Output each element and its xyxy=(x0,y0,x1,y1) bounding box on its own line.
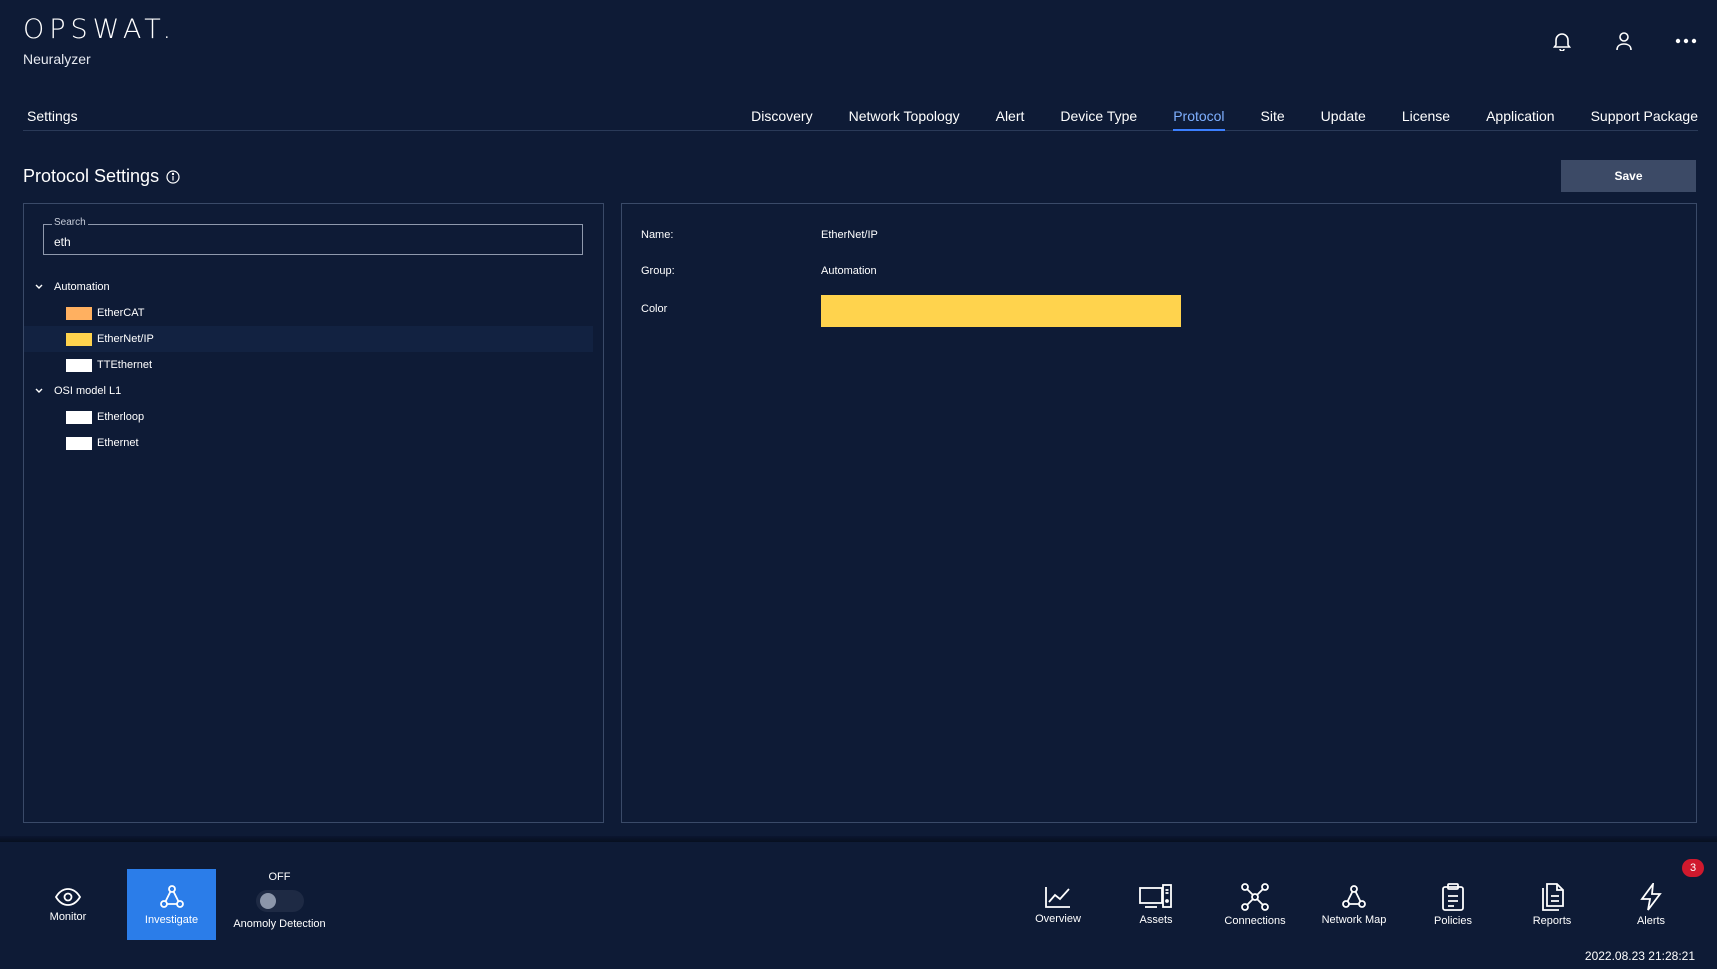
monitor-button[interactable]: Monitor xyxy=(23,869,113,941)
overview-label: Overview xyxy=(1035,913,1081,925)
tab-application[interactable]: Application xyxy=(1486,108,1555,131)
protocol-item-label: Ethernet xyxy=(97,437,139,449)
protocol-tree: Automation EtherCAT EtherNet/IP TTEthernet O… xyxy=(24,274,603,456)
tab-alert[interactable]: Alert xyxy=(996,108,1025,131)
protocol-item[interactable]: Ethernet xyxy=(24,430,593,456)
color-swatch xyxy=(66,306,92,320)
tree-group[interactable]: Automation xyxy=(24,274,603,300)
alerts-label: Alerts xyxy=(1636,915,1666,927)
alerts-badge: 3 xyxy=(1682,859,1704,877)
anomaly-detection: OFF Anomoly Detection xyxy=(227,871,332,930)
policies-label: Policies xyxy=(1434,915,1472,927)
tree-group[interactable]: OSI model L1 xyxy=(24,378,603,404)
protocol-list-panel: Search Automation EtherCAT EtherNet/IP TTEt… xyxy=(23,203,604,823)
connections-label: Connections xyxy=(1224,915,1286,927)
protocol-item-label: EtherNet/IP xyxy=(97,333,154,345)
color-swatch xyxy=(66,358,92,372)
network-map-button[interactable]: Network Map xyxy=(1309,869,1399,941)
protocol-item[interactable]: EtherNet/IP xyxy=(24,326,593,352)
timestamp: 2022.08.23 21:28:21 xyxy=(1584,949,1695,963)
toggle-knob xyxy=(259,893,276,909)
tree-group-label: OSI model L1 xyxy=(54,385,122,397)
tabs: Discovery Network Topology Alert Device Typ… xyxy=(715,108,1698,131)
investigate-icon xyxy=(159,884,184,908)
tab-license[interactable]: License xyxy=(1402,108,1450,131)
tab-protocol[interactable]: Protocol xyxy=(1173,108,1225,131)
chart-icon xyxy=(1045,887,1070,908)
color-swatch xyxy=(66,436,92,450)
assets-button[interactable]: Assets xyxy=(1111,869,1201,941)
settings-tabbar: Settings Discovery Network Topology Alert D… xyxy=(23,104,1698,131)
save-button[interactable]: Save xyxy=(1561,160,1696,192)
reports-label: Reports xyxy=(1532,915,1572,927)
anomaly-label: Anomoly Detection xyxy=(233,918,326,930)
color-label: Color xyxy=(641,303,668,315)
tree-group-label: Automation xyxy=(54,281,110,293)
more-icon[interactable] xyxy=(1671,26,1701,56)
connections-button[interactable]: Connections xyxy=(1210,869,1300,941)
group-label: Group: xyxy=(641,265,675,277)
lightning-icon xyxy=(1640,883,1662,911)
chevron-down-icon xyxy=(34,283,46,291)
policies-button[interactable]: Policies xyxy=(1408,869,1498,941)
group-value: Automation xyxy=(821,265,877,277)
monitor-label: Monitor xyxy=(49,911,87,923)
anomaly-state: OFF xyxy=(268,871,291,883)
network-map-label: Network Map xyxy=(1321,914,1387,926)
eye-icon xyxy=(54,888,82,906)
protocol-detail-panel: Name: EtherNet/IP Group: Automation Colo… xyxy=(621,203,1697,823)
protocol-item-label: EtherCAT xyxy=(97,307,145,319)
tab-network-topology[interactable]: Network Topology xyxy=(849,108,960,131)
settings-label: Settings xyxy=(27,108,78,124)
header-actions xyxy=(1515,26,1717,56)
search-field: Search xyxy=(43,217,583,255)
connections-icon xyxy=(1241,883,1269,911)
tab-update[interactable]: Update xyxy=(1321,108,1366,131)
page-title: Protocol Settings xyxy=(23,166,180,187)
tab-support-package[interactable]: Support Package xyxy=(1591,108,1698,131)
bell-icon[interactable] xyxy=(1547,26,1577,56)
investigate-label: Investigate xyxy=(144,913,199,926)
name-label: Name: xyxy=(641,229,674,241)
anomaly-toggle[interactable] xyxy=(255,890,304,912)
search-input[interactable] xyxy=(44,225,582,254)
protocol-item[interactable]: EtherCAT xyxy=(24,300,593,326)
tab-discovery[interactable]: Discovery xyxy=(751,108,812,131)
protocol-item[interactable]: TTEthernet xyxy=(24,352,593,378)
user-icon[interactable] xyxy=(1609,26,1639,56)
color-picker[interactable] xyxy=(821,295,1181,327)
bottom-nav: Monitor Investigate OFF Anomoly Detectio… xyxy=(0,842,1717,969)
devices-icon xyxy=(1139,884,1172,908)
alerts-button[interactable]: Alerts xyxy=(1606,869,1696,941)
reports-button[interactable]: Reports xyxy=(1507,869,1597,941)
color-swatch xyxy=(66,410,92,424)
chevron-down-icon xyxy=(34,387,46,395)
brand: OPSWAT. Neuralyzer xyxy=(23,14,176,67)
assets-label: Assets xyxy=(1139,914,1173,926)
reports-icon xyxy=(1542,883,1564,911)
investigate-button[interactable]: Investigate xyxy=(127,869,216,940)
protocol-item-label: TTEthernet xyxy=(97,359,153,371)
protocol-item-label: Etherloop xyxy=(97,411,145,423)
protocol-item[interactable]: Etherloop xyxy=(24,404,593,430)
opswat-logo: OPSWAT. xyxy=(23,14,177,45)
page-title-text: Protocol Settings xyxy=(23,166,160,186)
tab-device-type[interactable]: Device Type xyxy=(1060,108,1137,131)
product-name: Neuralyzer xyxy=(23,51,91,67)
tab-site[interactable]: Site xyxy=(1261,108,1285,131)
name-value: EtherNet/IP xyxy=(821,229,878,241)
info-icon[interactable] xyxy=(166,169,180,184)
network-map-icon xyxy=(1342,885,1366,908)
color-swatch xyxy=(66,332,92,346)
overview-button[interactable]: Overview xyxy=(1013,869,1103,941)
clipboard-icon xyxy=(1442,883,1464,911)
